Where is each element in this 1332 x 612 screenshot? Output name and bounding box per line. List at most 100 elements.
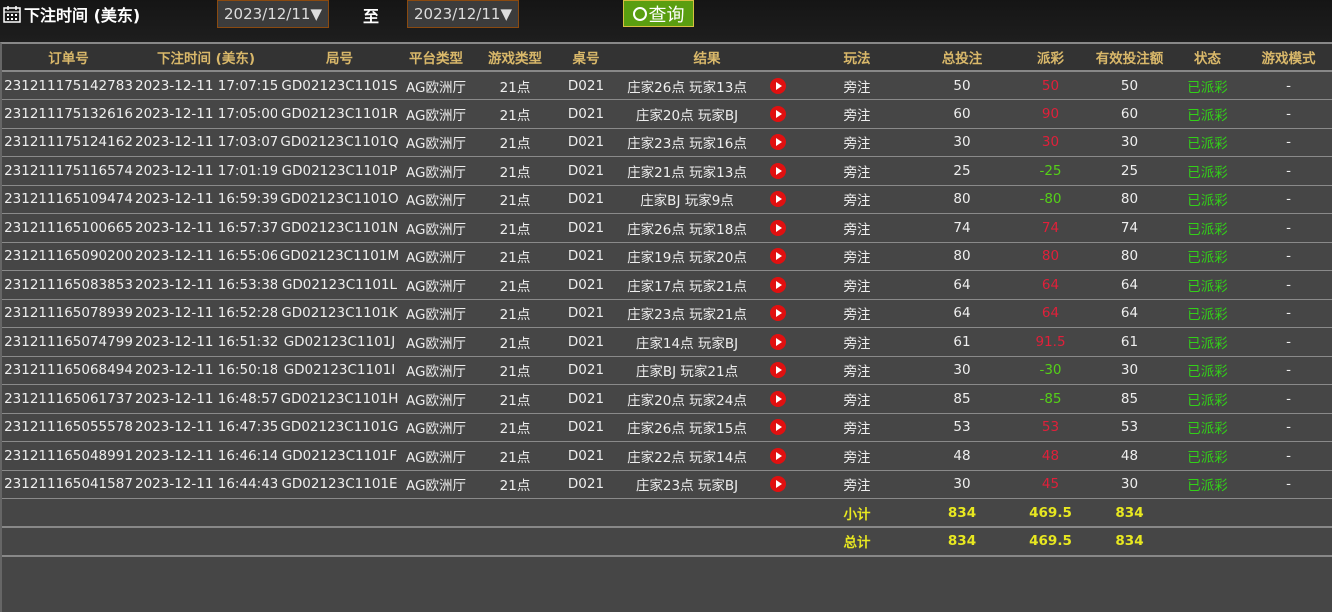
cell-5: D021 <box>560 270 612 300</box>
cell-11: 已派彩 <box>1170 384 1245 414</box>
cell-3: AG欧洲厅 <box>402 128 470 157</box>
cell-7: 旁注 <box>802 356 912 385</box>
cell-3: AG欧洲厅 <box>402 213 470 243</box>
play-replay-icon[interactable] <box>770 419 786 436</box>
table-row: 231211175142783 2023-12-11 17:07:15 GD0212… <box>2 71 1332 100</box>
cell-5: D021 <box>560 327 612 357</box>
table-row: 231211165109474 2023-12-11 16:59:39 GD0212… <box>2 185 1332 214</box>
cell-10: 30 <box>1089 470 1170 499</box>
cell-12: - <box>1245 128 1332 157</box>
result-text: 庄家22点 玩家14点 <box>627 449 747 466</box>
play-replay-icon[interactable] <box>770 219 786 236</box>
cell-9: 53 <box>1012 413 1089 442</box>
cell-7: 旁注 <box>802 156 912 186</box>
cell-0: 231211165078939 <box>2 299 135 328</box>
cell-1: 2023-12-11 17:03:07 <box>135 128 277 157</box>
play-replay-icon[interactable] <box>770 333 786 350</box>
cell-2: GD02123C1101J <box>277 327 402 357</box>
cell-4: 21点 <box>470 99 560 129</box>
cell-4: 21点 <box>470 128 560 157</box>
cell-0: 231211165100665 <box>2 213 135 243</box>
subtotal-cell <box>1170 498 1245 528</box>
table-row: 231211165061737 2023-12-11 16:48:57 GD0212… <box>2 384 1332 414</box>
cell-1: 2023-12-11 16:46:14 <box>135 441 277 471</box>
cell-3: AG欧洲厅 <box>402 71 470 100</box>
cell-2: GD02123C1101O <box>277 185 402 214</box>
play-replay-icon[interactable] <box>770 191 786 208</box>
column-header: 派彩 <box>1012 44 1089 72</box>
play-replay-icon[interactable] <box>770 248 786 265</box>
cell-4: 21点 <box>470 356 560 385</box>
cell-9: 74 <box>1012 213 1089 243</box>
play-replay-icon[interactable] <box>770 305 786 322</box>
column-header: 状态 <box>1170 44 1245 72</box>
subtotal-cell: 834 <box>912 498 1012 528</box>
total-cell: 834 <box>912 527 1012 557</box>
table-row: 231211165041587 2023-12-11 16:44:43 GD0212… <box>2 470 1332 499</box>
cell-5: D021 <box>560 128 612 157</box>
cell-1: 2023-12-11 16:48:57 <box>135 384 277 414</box>
result-text: 庄家BJ 玩家21点 <box>635 364 739 381</box>
cell-0: 231211175132616 <box>2 99 135 129</box>
subtotal-cell <box>560 498 612 528</box>
cell-3: AG欧洲厅 <box>402 327 470 357</box>
play-replay-icon[interactable] <box>770 162 786 179</box>
cell-11: 已派彩 <box>1170 185 1245 214</box>
cell-0: 231211165074799 <box>2 327 135 357</box>
result-text: 庄家26点 玩家18点 <box>627 221 747 238</box>
cell-5: D021 <box>560 213 612 243</box>
bet-records-table: 订单号 下注时间 (美东) 局号 平台类型 游戏类型 桌号 结果 玩法 总投注 派彩 有效投注额 状态… <box>0 42 1332 612</box>
cell-9: -30 <box>1012 356 1089 385</box>
play-replay-icon[interactable] <box>770 362 786 379</box>
start-date-select[interactable]: 2023/12/11▼ <box>217 0 329 28</box>
cell-7: 旁注 <box>802 413 912 442</box>
cell-2: GD02123C1101G <box>277 413 402 442</box>
cell-9: 48 <box>1012 441 1089 471</box>
cell-10: 80 <box>1089 185 1170 214</box>
cell-7: 旁注 <box>802 242 912 271</box>
play-replay-icon[interactable] <box>770 134 786 151</box>
result-text: 庄家21点 玩家13点 <box>627 164 747 181</box>
cell-10: 48 <box>1089 441 1170 471</box>
column-header: 游戏类型 <box>470 44 560 72</box>
cell-10: 64 <box>1089 270 1170 300</box>
cell-7: 旁注 <box>802 185 912 214</box>
query-button[interactable]: 查询 <box>623 0 694 27</box>
play-replay-icon[interactable] <box>770 276 786 293</box>
play-replay-icon[interactable] <box>770 77 786 94</box>
end-date-select[interactable]: 2023/12/11▼ <box>407 0 519 28</box>
cell-8: 60 <box>912 99 1012 129</box>
cell-8: 80 <box>912 185 1012 214</box>
play-replay-icon[interactable] <box>770 105 786 122</box>
cell-8: 25 <box>912 156 1012 186</box>
cell-4: 21点 <box>470 213 560 243</box>
cell-9: 90 <box>1012 99 1089 129</box>
subtotal-cell: 小计 <box>802 498 912 528</box>
cell-2: GD02123C1101E <box>277 470 402 499</box>
play-replay-icon[interactable] <box>770 447 786 464</box>
cell-4: 21点 <box>470 185 560 214</box>
cell-1: 2023-12-11 16:57:37 <box>135 213 277 243</box>
table-row: 231211165083853 2023-12-11 16:53:38 GD0212… <box>2 270 1332 300</box>
cell-8: 61 <box>912 327 1012 357</box>
cell-10: 60 <box>1089 99 1170 129</box>
cell-10: 50 <box>1089 71 1170 100</box>
cell-11: 已派彩 <box>1170 441 1245 471</box>
cell-2: GD02123C1101R <box>277 99 402 129</box>
cell-9: 64 <box>1012 270 1089 300</box>
subtotal-row: 小计 834 469.5 834 <box>2 498 1332 528</box>
result-text: 庄家20点 玩家BJ <box>635 107 739 124</box>
cell-7: 旁注 <box>802 71 912 100</box>
play-replay-icon[interactable] <box>770 390 786 407</box>
cell-5: D021 <box>560 299 612 328</box>
cell-6: 庄家23点 玩家BJ <box>612 470 802 499</box>
cell-7: 旁注 <box>802 128 912 157</box>
cell-12: - <box>1245 270 1332 300</box>
cell-5: D021 <box>560 242 612 271</box>
column-header: 玩法 <box>802 44 912 72</box>
total-cell <box>612 527 802 557</box>
cell-7: 旁注 <box>802 213 912 243</box>
cell-0: 231211165048991 <box>2 441 135 471</box>
play-replay-icon[interactable] <box>770 476 786 493</box>
cell-0: 231211165068494 <box>2 356 135 385</box>
